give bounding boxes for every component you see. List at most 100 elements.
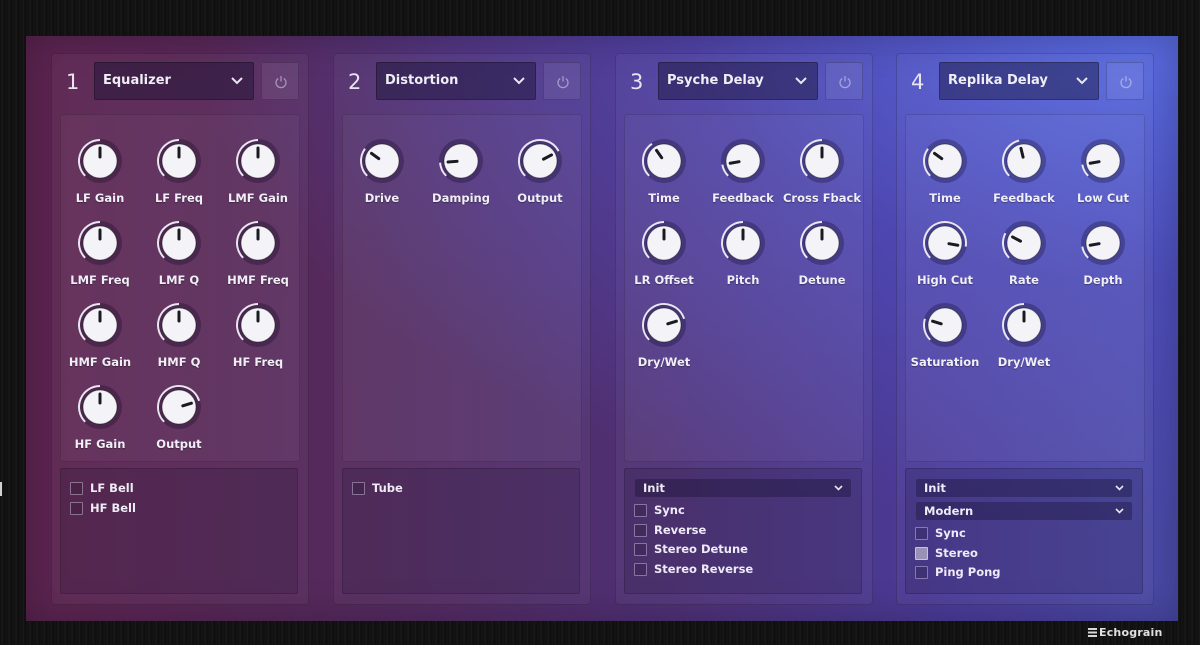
knob-detune[interactable]: Detune — [782, 217, 862, 295]
effect-type-select[interactable]: Distortion — [376, 62, 536, 100]
knob-label: HF Gain — [74, 437, 126, 451]
effect-slot-1: 1 Equalizer LF Gain LF Freq LMF Gain LMF Fr… — [51, 53, 309, 605]
knob-label: LMF Gain — [228, 191, 288, 205]
knob-damping[interactable]: Damping — [421, 135, 501, 213]
options-section: Tube — [342, 468, 580, 594]
checkbox-box[interactable] — [70, 482, 83, 495]
slot-header: 1 Equalizer — [52, 54, 308, 110]
knob-lf-gain[interactable]: LF Gain — [60, 135, 140, 213]
knob-dial-icon — [157, 139, 201, 183]
knob-hmf-q[interactable]: HMF Q — [139, 299, 219, 377]
checkbox-box[interactable] — [634, 543, 647, 556]
knob-hf-freq[interactable]: HF Freq — [218, 299, 298, 377]
chevron-down-icon — [1115, 508, 1124, 514]
knob-lmf-freq[interactable]: LMF Freq — [60, 217, 140, 295]
slot-header: 4 Replika Delay — [897, 54, 1153, 110]
checkbox-box[interactable] — [634, 562, 647, 576]
preset-select[interactable]: Modern — [916, 502, 1132, 520]
knob-time[interactable]: Time — [624, 135, 704, 213]
knob-hf-gain[interactable]: HF Gain — [60, 381, 140, 459]
knob-section: Time Feedback Low Cut High Cut Rate Depth Satu… — [905, 114, 1145, 462]
knob-feedback[interactable]: Feedback — [984, 135, 1064, 213]
bypass-power-button[interactable] — [825, 62, 863, 100]
checkbox-box[interactable] — [70, 501, 83, 515]
knob-dial-icon — [236, 221, 280, 265]
knob-hmf-freq[interactable]: HMF Freq — [218, 217, 298, 295]
effect-type-label: Equalizer — [103, 73, 171, 88]
knob-label: HF Freq — [232, 355, 284, 369]
knob-label: Depth — [1083, 273, 1123, 287]
checkbox-box[interactable] — [915, 566, 928, 579]
knob-dial-icon — [1002, 303, 1046, 347]
knob-dial-icon — [1081, 139, 1125, 183]
bypass-power-button[interactable] — [543, 62, 581, 100]
checkbox-label: Sync — [654, 503, 685, 517]
knob-output[interactable]: Output — [139, 381, 219, 459]
effect-type-select[interactable]: Replika Delay — [939, 62, 1099, 100]
checkbox-box[interactable] — [634, 523, 647, 537]
window-edge-marker — [0, 482, 2, 496]
knob-depth[interactable]: Depth — [1063, 217, 1143, 295]
checkbox-label: Stereo Detune — [654, 542, 748, 556]
knob-label: Saturation — [910, 355, 980, 369]
knob-dial-icon — [439, 139, 483, 183]
knob-saturation[interactable]: Saturation — [905, 299, 985, 377]
knob-label: Output — [156, 437, 202, 451]
chevron-down-icon — [231, 77, 243, 85]
slot-number: 1 — [66, 70, 80, 94]
knob-dial-icon — [642, 139, 686, 183]
knob-cross-fback[interactable]: Cross Fback — [782, 135, 862, 213]
knob-dial-icon — [1081, 221, 1125, 265]
slot-number: 2 — [348, 70, 362, 94]
checkbox-box[interactable] — [634, 504, 647, 517]
knob-label: Cross Fback — [782, 191, 862, 205]
knob-label: Time — [648, 191, 680, 205]
knob-label: LF Gain — [75, 191, 125, 205]
knob-lf-freq[interactable]: LF Freq — [139, 135, 219, 213]
checkbox-box[interactable] — [915, 546, 928, 560]
knob-label: Detune — [798, 273, 846, 287]
bypass-power-button[interactable] — [1106, 62, 1144, 100]
checkbox-label: LF Bell — [90, 481, 134, 495]
effect-type-select[interactable]: Psyche Delay — [658, 62, 818, 100]
knob-dial-icon — [78, 221, 122, 265]
knob-drive[interactable]: Drive — [342, 135, 422, 213]
knob-hmf-gain[interactable]: HMF Gain — [60, 299, 140, 377]
effect-slot-2: 2 Distortion Drive Damping Output Tube — [333, 53, 591, 605]
options-section: Init Sync Reverse Stereo Detune Stereo Rever… — [624, 468, 862, 594]
knob-label: Dry/Wet — [637, 355, 691, 369]
knob-dial-icon — [518, 139, 562, 183]
knob-label: Drive — [364, 191, 400, 205]
knob-time[interactable]: Time — [905, 135, 985, 213]
knob-dial-icon — [642, 303, 686, 347]
knob-pitch[interactable]: Pitch — [703, 217, 783, 295]
knob-output[interactable]: Output — [500, 135, 580, 213]
knob-low-cut[interactable]: Low Cut — [1063, 135, 1143, 213]
knob-dry-wet[interactable]: Dry/Wet — [984, 299, 1064, 377]
checkbox-box[interactable] — [915, 527, 928, 540]
preset-select[interactable]: Init — [635, 479, 851, 497]
knob-dial-icon — [360, 139, 404, 183]
effect-type-select[interactable]: Equalizer — [94, 62, 254, 100]
knob-dry-wet[interactable]: Dry/Wet — [624, 299, 704, 377]
knob-dial-icon — [157, 221, 201, 265]
knob-section: Time Feedback Cross Fback LR Offset Pitch Det… — [624, 114, 864, 462]
knob-dial-icon — [800, 139, 844, 183]
knob-lmf-gain[interactable]: LMF Gain — [218, 135, 298, 213]
knob-dial-icon — [800, 221, 844, 265]
knob-high-cut[interactable]: High Cut — [905, 217, 985, 295]
knob-lr-offset[interactable]: LR Offset — [624, 217, 704, 295]
preset-select[interactable]: Init — [916, 479, 1132, 497]
power-icon — [557, 76, 569, 89]
knob-dial-icon — [721, 221, 765, 265]
bypass-power-button[interactable] — [261, 62, 299, 100]
options-section: LF Bell HF Bell — [60, 468, 298, 594]
knob-rate[interactable]: Rate — [984, 217, 1064, 295]
effects-rack-panel: 1 Equalizer LF Gain LF Freq LMF Gain LMF Fr… — [26, 36, 1178, 621]
checkbox-box[interactable] — [352, 482, 365, 495]
checkbox-label: Tube — [372, 481, 403, 495]
knob-lmf-q[interactable]: LMF Q — [139, 217, 219, 295]
preset-select-value: Init — [643, 481, 665, 495]
knob-feedback[interactable]: Feedback — [703, 135, 783, 213]
knob-label: LF Freq — [154, 191, 203, 205]
